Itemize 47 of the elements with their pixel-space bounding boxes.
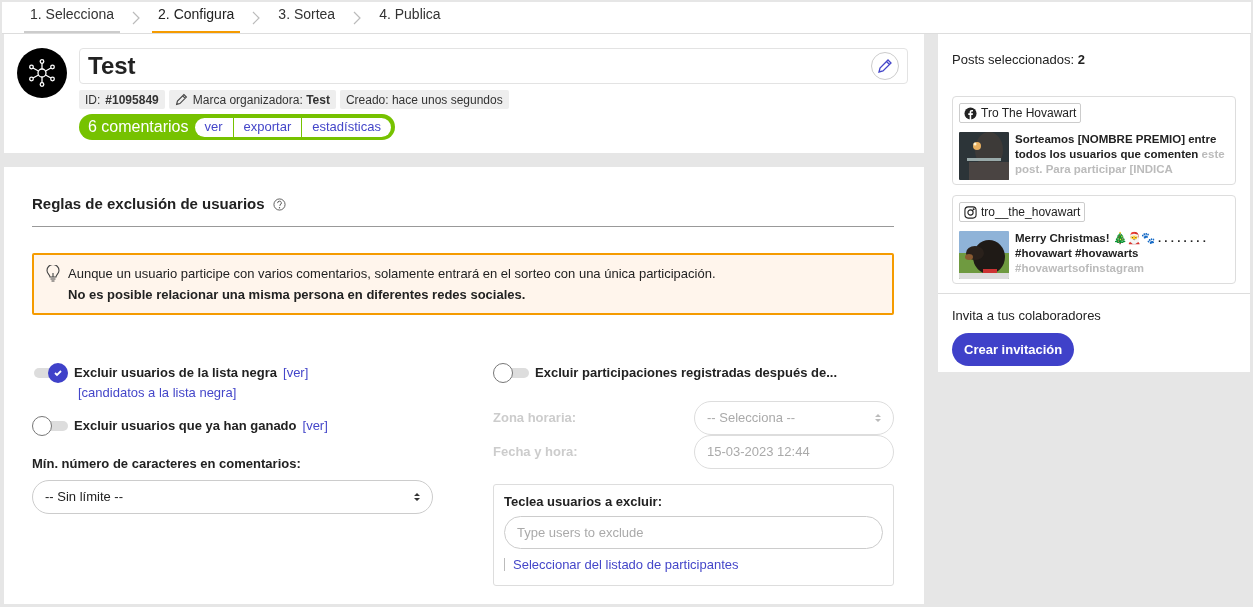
blacklist-candidates-link[interactable]: [candidatos a la lista negra] [78, 382, 237, 402]
step-tab[interactable]: 3. Sortea [272, 4, 342, 33]
post-card[interactable]: tro__the_hovawart Merry Christmas! 🎄🎅🐾 . . . . . . . . #hovawart #hovawarts #hovawartsofinstagram [952, 194, 1236, 284]
account-tag: tro__the_hovawart [959, 202, 1086, 222]
comments-link[interactable]: exportar [232, 117, 302, 137]
id-badge: ID: #1095849 [79, 90, 165, 109]
chevron-icon [132, 11, 141, 25]
toggle-switch[interactable] [32, 362, 68, 383]
badge-text: Marca organizadora: Test [192, 91, 330, 109]
notice-text: Aunque un usuario participe con varios comentarios, solamente entrará en el sorteo con una única participación. [68, 264, 716, 283]
notice-text: No es posible relacionar una misma persona en diferentes redes sociales. [68, 285, 527, 304]
field-label: Mín. número de caracteres en comentarios: [32, 455, 302, 473]
invite-label: Invita a tus colaboradores [952, 306, 1101, 325]
step-tab[interactable]: 4. Publica [373, 4, 447, 33]
lightbulb-icon [46, 264, 60, 283]
post-text: Sorteamos [NOMBRE PREMIO] entre todos los usuarios que comenten este post. Para participar [INDICA [1015, 131, 1226, 177]
sort-arrows-icon [875, 412, 881, 423]
check-icon [53, 367, 63, 378]
select-participants-link[interactable]: Seleccionar del listado de participantes [513, 555, 739, 575]
section-title: Reglas de exclusión de usuarios [32, 194, 265, 214]
facebook-icon [964, 106, 977, 120]
view-link[interactable]: [ver] [283, 362, 309, 383]
post-card[interactable]: Tro The Hovawart Sorteamos [NOMBRE PREMIO] entre todos los usuarios que comenten este post. Para participar [INDICA [952, 95, 1236, 185]
sort-arrows-icon [414, 491, 420, 502]
toggle-label: Excluir usuarios de la lista negra [74, 363, 278, 382]
pencil-icon [174, 93, 188, 106]
help-icon[interactable] [272, 197, 286, 211]
toggle-label: Excluir participaciones registradas después de... [535, 363, 837, 382]
toggle-switch[interactable] [493, 362, 529, 383]
view-link[interactable]: [ver] [302, 416, 328, 436]
chevron-icon [252, 11, 261, 25]
field-label: Teclea usuarios a excluir: [504, 492, 663, 511]
account-tag: Tro The Hovawart [959, 103, 1082, 123]
posts-count-label: Posts seleccionados: 2 [952, 51, 1086, 69]
post-text: Merry Christmas! 🎄🎅🐾 . . . . . . . . #hovawart #hovawarts #hovawartsofinstagram [1015, 230, 1207, 276]
instagram-icon [964, 205, 977, 219]
toggle-label: Excluir usuarios que ya han ganado [74, 417, 297, 436]
exclude-users-input[interactable]: Type users to exclude [504, 516, 883, 549]
chevron-icon [353, 11, 362, 25]
network-logo-icon [17, 48, 67, 98]
create-invitation-button[interactable]: Crear invitación [952, 333, 1075, 366]
title-field[interactable]: Test [79, 48, 908, 84]
toggle-switch[interactable] [32, 416, 68, 436]
created-badge: Creado: hace unos segundos [339, 90, 509, 109]
comments-link[interactable]: estadísticas [301, 117, 391, 137]
comments-link[interactable]: ver [194, 117, 233, 137]
comment-count: 6 comentarios [88, 117, 189, 137]
